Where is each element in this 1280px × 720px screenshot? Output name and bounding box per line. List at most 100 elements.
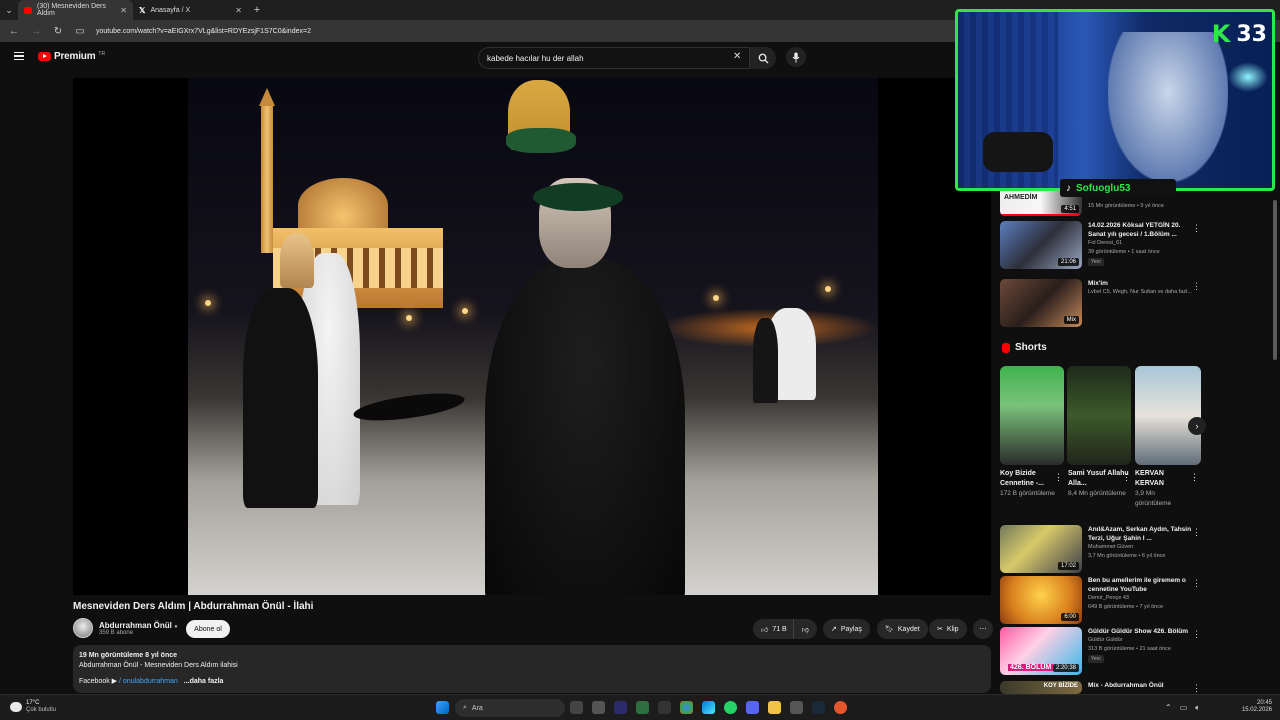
search-value: kabede hacılar hu der allah bbox=[487, 53, 584, 63]
clip-button[interactable]: ✂ Klip bbox=[929, 619, 967, 639]
obs-icon[interactable] bbox=[658, 701, 671, 714]
search-input[interactable]: kabede hacılar hu der allah bbox=[478, 47, 750, 69]
settings-icon[interactable] bbox=[790, 701, 803, 714]
folder-icon[interactable] bbox=[768, 701, 781, 714]
chevron-up-icon[interactable]: ⌃ bbox=[1165, 703, 1172, 713]
calculator-icon[interactable] bbox=[636, 701, 649, 714]
more-actions-button[interactable]: ⋯ bbox=[973, 619, 993, 639]
page-scrollbar[interactable] bbox=[1273, 200, 1277, 360]
close-tab-icon[interactable]: ✕ bbox=[120, 6, 127, 15]
thumbs-up-icon: 👍︎ bbox=[761, 626, 769, 634]
more-vert-icon[interactable]: ⋮ bbox=[1192, 578, 1201, 589]
logo-text: Premium bbox=[54, 51, 96, 62]
youtube-logo[interactable]: Premium TR bbox=[38, 51, 105, 62]
weather-widget[interactable]: 17°C Çok bulutlu bbox=[10, 700, 56, 714]
channel-avatar[interactable] bbox=[73, 618, 93, 638]
edge-icon[interactable] bbox=[702, 701, 715, 714]
more-vert-icon[interactable]: ⋮ bbox=[1192, 683, 1201, 694]
url-field[interactable]: youtube.com/watch?v=aEIGXrx7VLg&list=RDY… bbox=[96, 28, 311, 35]
video-duration: 2:20:38 bbox=[1052, 664, 1079, 672]
forward-icon[interactable]: → bbox=[30, 26, 42, 37]
tiktok-handle-badge: ♪ Sofuoglu53 bbox=[1060, 179, 1176, 197]
close-tab-icon[interactable]: ✕ bbox=[235, 6, 242, 15]
video-frame bbox=[188, 78, 878, 595]
video-thumbnail: KOY BİZİDE bbox=[1000, 681, 1082, 694]
more-horizontal-icon: ⋯ bbox=[979, 626, 987, 633]
search-button[interactable] bbox=[750, 47, 776, 69]
more-vert-icon[interactable]: ⋮ bbox=[1192, 629, 1201, 640]
save-button[interactable]: 🔖︎ Kaydet bbox=[877, 619, 928, 639]
app-icon[interactable] bbox=[834, 701, 847, 714]
task-view-icon[interactable] bbox=[570, 701, 583, 714]
taskbar-search-label: Ara bbox=[471, 704, 483, 712]
short-thumbnail[interactable] bbox=[1000, 366, 1064, 465]
shorts-next-button[interactable]: › bbox=[1188, 417, 1206, 435]
clock[interactable]: 20:45 15.02.2026 bbox=[1242, 700, 1272, 714]
related-video[interactable]: 6:00 Ben bu amellerim ile giremem o cenn… bbox=[1000, 576, 1205, 626]
share-label: Paylaş bbox=[840, 625, 862, 633]
short-thumbnail[interactable] bbox=[1067, 366, 1131, 465]
dislike-button[interactable]: 👎︎ bbox=[792, 619, 817, 639]
steam-icon[interactable] bbox=[812, 701, 825, 714]
short-info[interactable]: Koy Bizide Cennetine -... 172 B görüntül… bbox=[1000, 469, 1062, 499]
new-tab-button[interactable]: + bbox=[248, 4, 266, 16]
reload-icon[interactable]: ↻ bbox=[52, 26, 64, 37]
more-vert-icon[interactable]: ⋮ bbox=[1054, 472, 1063, 483]
show-more-link[interactable]: ...daha fazla bbox=[184, 678, 224, 685]
more-vert-icon[interactable]: ⋮ bbox=[1192, 527, 1201, 538]
channel-subscribers: 359 B abone bbox=[99, 629, 134, 636]
tab-x[interactable]: 𝕏 Anasayfa / X ✕ bbox=[133, 0, 248, 20]
related-video[interactable]: 21:06 14.02.2026 Köksal YETGİN 20. Sanat… bbox=[1000, 221, 1205, 271]
new-badge: Yeni bbox=[1088, 258, 1104, 266]
like-dislike-group: 👍︎ 71 B 👎︎ bbox=[753, 619, 817, 639]
video-channel: Lvbel C5, Wegh, Nur Sultan ve daha fazl.… bbox=[1088, 289, 1192, 295]
related-video[interactable]: Mix Mix'im Lvbel C5, Wegh, Nur Sultan ve… bbox=[1000, 279, 1205, 329]
save-label: Kaydet bbox=[897, 625, 920, 633]
tab-youtube[interactable]: (30) Mesneviden Ders Aldım ✕ bbox=[18, 0, 133, 20]
kick-k-icon: K bbox=[1211, 20, 1231, 48]
voice-search-button[interactable] bbox=[786, 47, 806, 67]
video-title: Güldür Güldür Show 426. Bölüm bbox=[1088, 628, 1189, 635]
like-button[interactable]: 👍︎ 71 B bbox=[753, 619, 793, 639]
video-player[interactable] bbox=[73, 78, 991, 595]
chrome-icon[interactable] bbox=[680, 701, 693, 714]
back-icon[interactable]: ← bbox=[8, 26, 20, 37]
microphone-shape bbox=[983, 132, 1053, 172]
video-meta: 649 B görüntüleme • 7 yıl önce bbox=[1088, 604, 1163, 610]
related-video[interactable]: 17:02 Anıl&Azam, Serkan Aydın, Tahsin Te… bbox=[1000, 525, 1205, 575]
more-vert-icon[interactable]: ⋮ bbox=[1192, 281, 1201, 292]
related-video[interactable]: 426. BÖLÜM 2:20:38 Güldür Güldür Show 42… bbox=[1000, 627, 1205, 677]
start-icon[interactable] bbox=[436, 701, 449, 714]
search-icon bbox=[758, 53, 769, 64]
taskbar-search[interactable]: ⌕ Ara bbox=[455, 699, 565, 717]
bookmark-icon: 🔖︎ bbox=[885, 626, 894, 633]
share-button[interactable]: ↗ Paylaş bbox=[823, 619, 870, 639]
youtube-favicon-icon bbox=[24, 6, 32, 14]
short-info[interactable]: Sami Yusuf Allahu Alla... 8,4 Mn görüntü… bbox=[1068, 469, 1130, 499]
clear-search-icon[interactable]: ✕ bbox=[733, 51, 741, 62]
share-icon: ↗ bbox=[831, 626, 837, 633]
related-video[interactable]: KOY BİZİDE Mix - Abdurrahman Önül ⋮ bbox=[1000, 681, 1205, 694]
discord-icon[interactable] bbox=[746, 701, 759, 714]
more-vert-icon[interactable]: ⋮ bbox=[1190, 472, 1199, 483]
premiere-icon[interactable] bbox=[614, 701, 627, 714]
video-title: Mix - Abdurrahman Önül bbox=[1088, 682, 1164, 689]
network-icon[interactable]: ▭ bbox=[1180, 703, 1188, 713]
volume-icon[interactable]: 🔈︎ bbox=[1195, 703, 1200, 713]
facebook-link[interactable]: / onulabdurrahman bbox=[119, 678, 178, 685]
channel-name[interactable]: Abdurrahman Önül ● bbox=[99, 621, 178, 630]
menu-icon[interactable] bbox=[14, 52, 24, 60]
short-thumbnail[interactable] bbox=[1135, 366, 1201, 465]
split-view-icon[interactable]: ▭ bbox=[74, 26, 86, 37]
description-line: Abdurrahman Önül - Mesneviden Ders Aldım… bbox=[79, 662, 238, 669]
whatsapp-icon[interactable] bbox=[724, 701, 737, 714]
short-info[interactable]: KERVAN KERVAN 3,9 Mn görüntüleme bbox=[1135, 469, 1185, 509]
tab-list-button[interactable]: ⌄ bbox=[0, 2, 18, 18]
video-description[interactable]: 19 Mn görüntüleme 8 yıl önce Abdurrahman… bbox=[73, 645, 991, 693]
widgets-icon[interactable] bbox=[592, 701, 605, 714]
video-duration: 17:02 bbox=[1057, 562, 1079, 570]
video-title: Anıl&Azam, Serkan Aydın, Tahsin Terzi, U… bbox=[1088, 526, 1192, 542]
more-vert-icon[interactable]: ⋮ bbox=[1122, 472, 1131, 483]
more-vert-icon[interactable]: ⋮ bbox=[1192, 223, 1201, 234]
subscribe-button[interactable]: Abone ol bbox=[186, 620, 230, 638]
